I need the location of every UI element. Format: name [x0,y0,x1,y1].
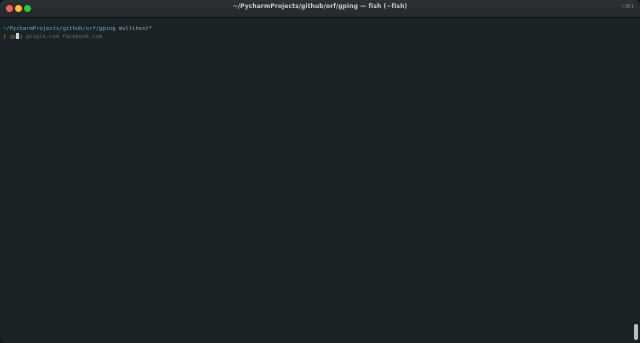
window-title: ~/PycharmProjects/github/orf/gping — fis… [232,3,408,10]
scrollbar-thumb[interactable] [634,324,638,340]
prompt-header-line: ~/PycharmProjects/github/orf/gping multi… [3,26,152,33]
command-line[interactable]: ❯ gp g google.com facebook.com [3,33,102,41]
autosuggestion-text: g google.com facebook.com [19,34,103,40]
terminal-window: ~/PycharmProjects/github/orf/gping — fis… [0,0,640,343]
git-branch: multihost* [115,26,153,32]
terminal-content[interactable]: ~/PycharmProjects/github/orf/gping multi… [0,18,630,343]
window-shortcut-label: ⌥⌘1 [620,4,634,10]
title-bar[interactable]: ~/PycharmProjects/github/orf/gping — fis… [0,0,640,18]
typed-command: gp [9,34,17,40]
working-directory: ~/PycharmProjects/github/orf/gping [3,26,116,32]
prompt-symbol: ❯ [3,34,7,40]
scrollbar-track[interactable] [631,18,640,343]
